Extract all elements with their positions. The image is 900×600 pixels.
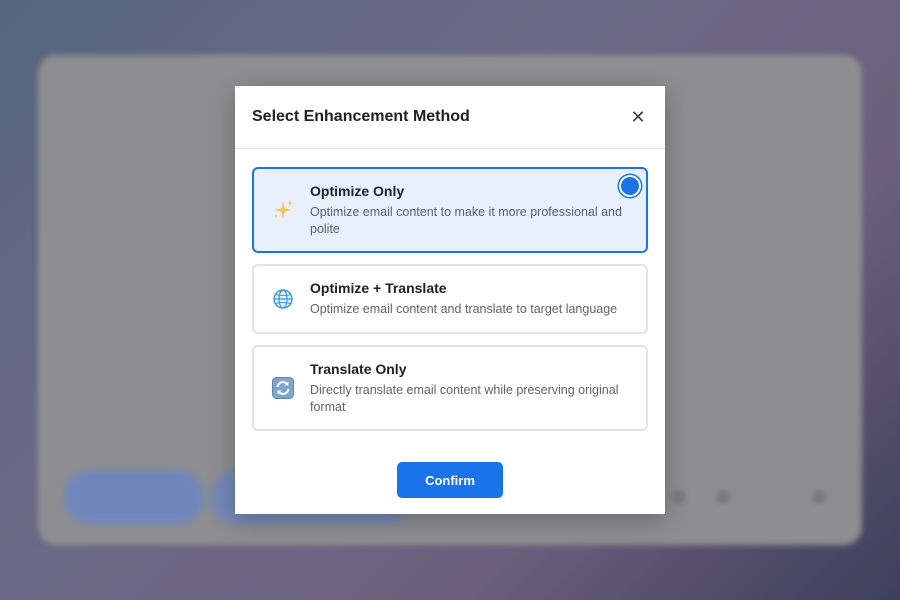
background-button (64, 470, 204, 524)
option-description: Directly translate email content while p… (310, 383, 619, 414)
option-translate-only[interactable]: Translate Only Directly translate email … (252, 345, 648, 431)
options-list: Optimize Only Optimize email content to … (252, 167, 648, 442)
close-button[interactable]: ✕ (629, 108, 647, 126)
close-icon: ✕ (630, 107, 646, 127)
option-optimize-translate[interactable]: Optimize + Translate Optimize email cont… (252, 264, 648, 334)
confirm-button[interactable]: Confirm (397, 462, 503, 498)
background-dot (716, 490, 730, 504)
refresh-icon (270, 375, 296, 401)
option-title: Optimize + Translate (310, 280, 447, 296)
selected-radio-indicator (621, 177, 639, 195)
option-title: Translate Only (310, 361, 407, 377)
option-description: Optimize email content and translate to … (310, 302, 618, 316)
background-dot (672, 490, 686, 504)
option-title: Optimize Only (310, 183, 405, 199)
globe-icon (270, 286, 296, 312)
dialog-header: Select Enhancement Method ✕ (235, 86, 665, 149)
dialog-title: Select Enhancement Method (252, 108, 470, 125)
option-optimize-only[interactable]: Optimize Only Optimize email content to … (252, 167, 648, 253)
background-dot (812, 490, 826, 504)
sparkles-icon (270, 197, 296, 223)
option-description: Optimize email content to make it more p… (310, 205, 622, 236)
enhancement-method-dialog: Select Enhancement Method ✕ Optimize Onl… (235, 86, 665, 514)
